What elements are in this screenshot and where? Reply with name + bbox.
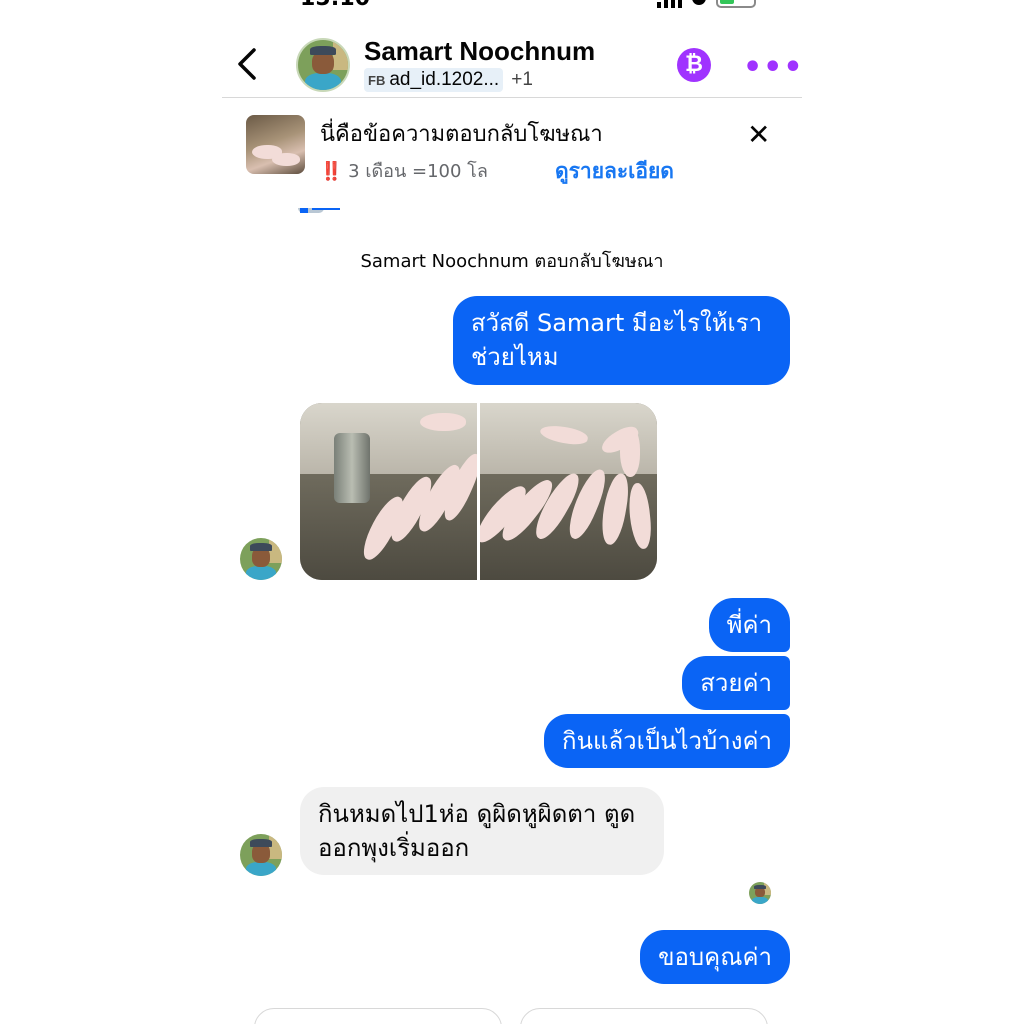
- facebook-tag: FB: [368, 72, 386, 88]
- close-icon[interactable]: ✕: [747, 118, 770, 151]
- incoming-photo-group[interactable]: [300, 403, 657, 580]
- system-message: Samart Noochnum ตอบกลับโฆษณา: [360, 251, 664, 272]
- signal-icon: [657, 0, 682, 8]
- back-button[interactable]: [232, 44, 262, 84]
- contact-labels: FB ad_id.1202... +1: [364, 68, 533, 92]
- outgoing-message[interactable]: สวยค่า: [682, 656, 790, 710]
- contact-avatar-small[interactable]: [240, 538, 282, 580]
- outgoing-message[interactable]: ขอบคุณค่า: [640, 930, 790, 984]
- ad-thumbnail[interactable]: [246, 115, 305, 174]
- quick-reply-chip[interactable]: [520, 1008, 768, 1024]
- ad-id-label[interactable]: FB ad_id.1202...: [364, 68, 504, 92]
- photo-pigs-1[interactable]: [300, 403, 477, 580]
- ad-reply-subtitle-text: 3 เดือน =100 โล: [348, 161, 488, 182]
- contact-name[interactable]: Samart Noochnum: [364, 36, 595, 67]
- incoming-message[interactable]: กินหมดไป1ห่อ ดูผิดหูผิดตา ตูดออกพุงเริ่ม…: [300, 787, 664, 875]
- bitcoin-icon[interactable]: ₿: [677, 48, 711, 82]
- ad-reply-title: นี่คือข้อความตอบกลับโฆษณา: [320, 122, 603, 147]
- photo-pigs-2[interactable]: [480, 403, 657, 580]
- wifi-icon: [692, 0, 706, 5]
- quick-reply-chip[interactable]: [254, 1008, 502, 1024]
- view-details-link[interactable]: ดูรายละเอียด: [555, 155, 674, 188]
- outgoing-message[interactable]: พี่ค่า: [708, 598, 790, 652]
- scrolled-content-edge: [298, 208, 340, 214]
- read-receipt-avatar: [749, 882, 771, 904]
- status-time: 15:10: [300, 0, 370, 11]
- ad-id-text: ad_id.1202...: [389, 69, 500, 90]
- messenger-screen: 15:10 Samart Noochnum FB ad_id.1202... +…: [222, 0, 802, 1024]
- status-icons: [657, 0, 756, 8]
- more-icon[interactable]: •••: [743, 50, 802, 85]
- back-chevron-icon: [238, 48, 256, 80]
- outgoing-message[interactable]: กินแล้วเป็นไวบ้างค่า: [544, 714, 790, 768]
- quick-reply-row: [254, 1008, 768, 1024]
- double-exclamation-icon: ‼️: [320, 161, 343, 182]
- outgoing-message[interactable]: สวัสดี Samart มีอะไรให้เรา ช่วยไหม: [453, 296, 790, 385]
- contact-avatar-small[interactable]: [240, 834, 282, 876]
- contact-avatar[interactable]: [296, 38, 350, 92]
- battery-icon: [716, 0, 756, 8]
- ad-reply-subtitle: ‼️ 3 เดือน =100 โล: [320, 156, 488, 185]
- extra-labels-count[interactable]: +1: [511, 69, 533, 91]
- header-divider: [222, 97, 802, 98]
